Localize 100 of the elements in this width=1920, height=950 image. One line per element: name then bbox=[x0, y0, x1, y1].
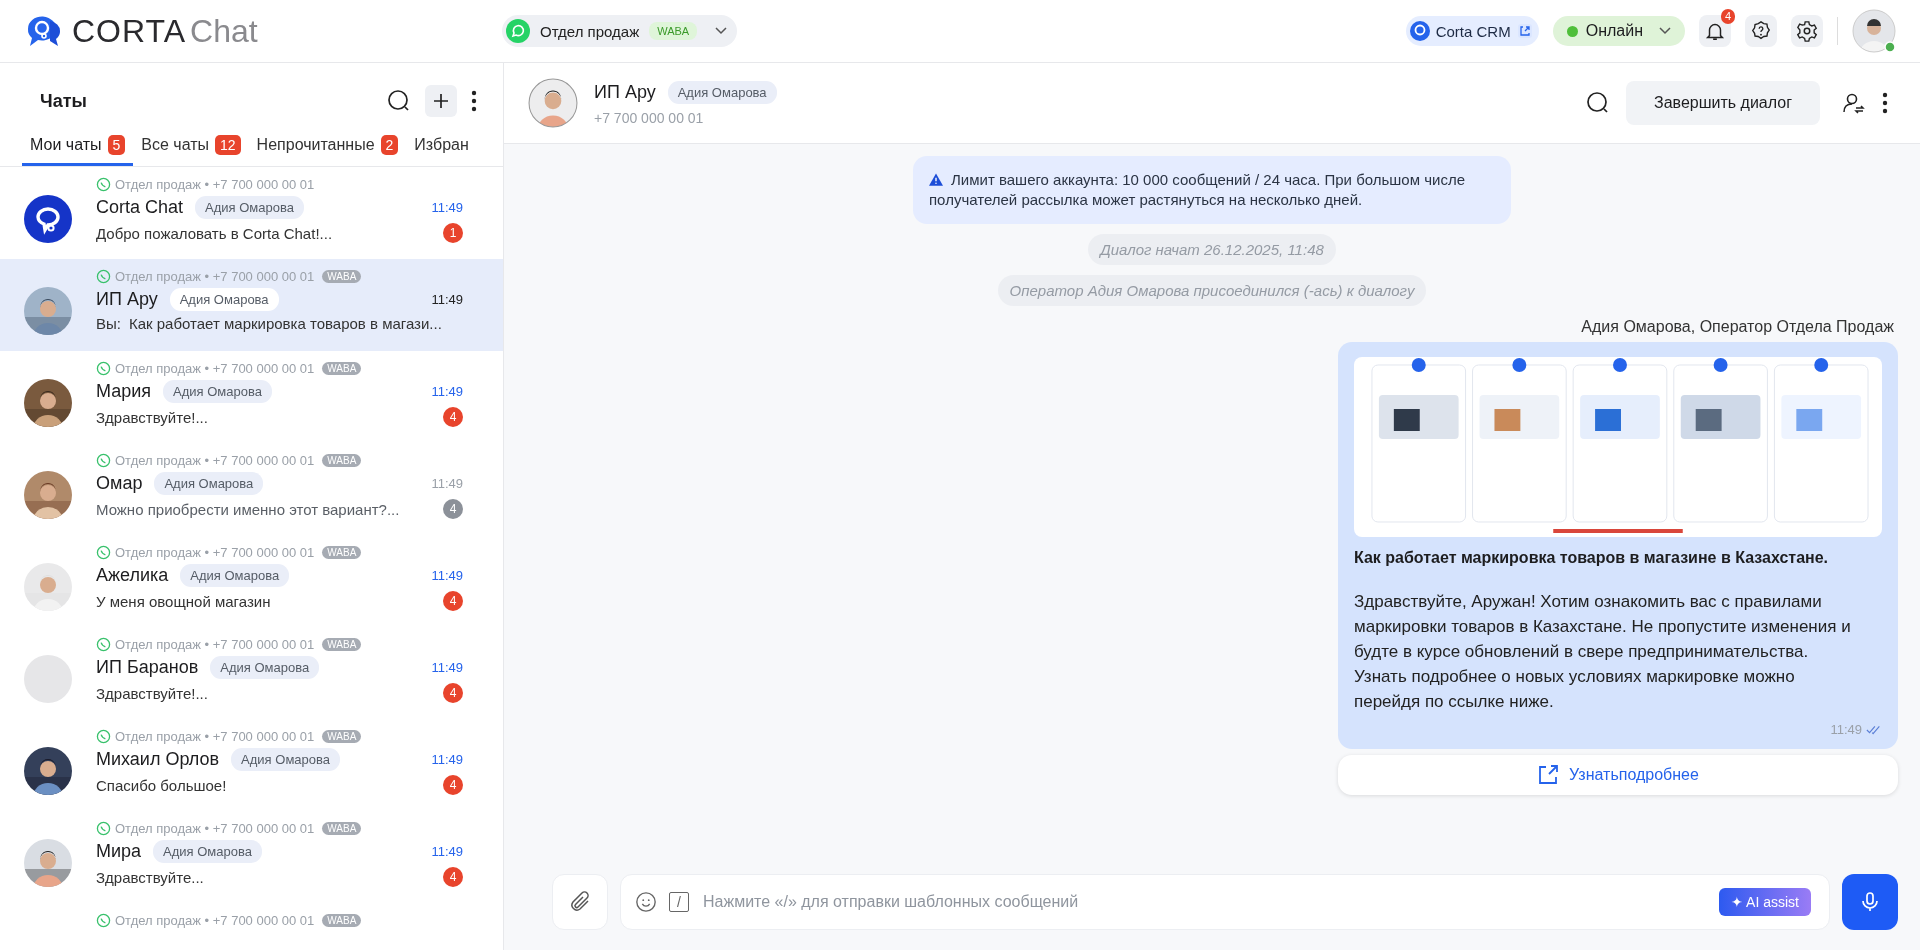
help-button[interactable] bbox=[1745, 15, 1777, 47]
whatsapp-icon bbox=[96, 361, 111, 376]
chat-time: 11:49 bbox=[431, 752, 463, 767]
notification-count: 4 bbox=[1721, 9, 1735, 24]
chat-list-item[interactable]: Отдел продаж • +7 700 000 00 01 WABA Омар Адия Омарова 11:49 Можно приобрести именно этот вариант?... 4 bbox=[0, 443, 503, 535]
chat-channel: Отдел продаж • +7 700 000 00 01 bbox=[115, 913, 315, 928]
chat-name: Ажелика bbox=[96, 565, 169, 586]
chat-tab[interactable]: Все чаты 12 bbox=[133, 129, 249, 166]
waba-tag: WABA bbox=[322, 546, 362, 559]
limit-notice: Лимит вашего аккаунта: 10 000 сообщений / 24 часа. При большом числе получателей рассылка может растянуться на несколько дней. bbox=[913, 156, 1511, 224]
caret-icon bbox=[1659, 27, 1671, 35]
chat-time: 11:49 bbox=[431, 292, 463, 307]
unread-count: 4 bbox=[443, 499, 463, 519]
chat-channel: Отдел продаж • +7 700 000 00 01 bbox=[115, 453, 315, 468]
chat-tab[interactable]: Мои чаты 5 bbox=[22, 129, 134, 166]
agent-tag: Адия Омарова bbox=[667, 80, 777, 104]
chat-time: 11:49 bbox=[431, 200, 463, 215]
crm-logo-icon bbox=[1409, 21, 1430, 41]
search-icon[interactable] bbox=[1586, 91, 1610, 115]
message-title: Как работает маркировка товаров в магазине в Казахстане. bbox=[1354, 549, 1830, 567]
message-author: Адия Омарова, Оператор Отдела Продаж bbox=[1581, 318, 1894, 336]
waba-tag: WABA bbox=[322, 638, 362, 651]
new-chat-button[interactable] bbox=[425, 85, 457, 117]
whatsapp-icon bbox=[96, 637, 111, 652]
agent-tag: Адия Омарова bbox=[154, 472, 264, 495]
chat-time: 11:49 bbox=[431, 476, 463, 491]
agent-tag: Адия Омарова bbox=[169, 288, 279, 311]
help-icon bbox=[1750, 20, 1772, 42]
chat-preview: У меня овощной магазин bbox=[96, 592, 272, 610]
avatar-placeholder bbox=[24, 655, 72, 703]
agent-tag: Адия Омарова bbox=[210, 656, 320, 679]
chat-name: ИП Баранов bbox=[96, 657, 199, 678]
logo-subtext: Chat bbox=[190, 12, 258, 50]
unread-count: 4 bbox=[443, 591, 463, 611]
chat-preview: Здравствуйте!... bbox=[96, 408, 209, 426]
agent-tag: Адия Омарова bbox=[180, 564, 290, 587]
more-icon[interactable] bbox=[471, 90, 477, 112]
chat-tab[interactable]: Непрочитанные 2 bbox=[248, 129, 407, 166]
voice-button[interactable] bbox=[1842, 874, 1898, 930]
external-link-icon bbox=[1516, 23, 1533, 39]
chat-name: Мира bbox=[96, 841, 142, 862]
chat-channel: Отдел продаж • +7 700 000 00 01 bbox=[115, 821, 315, 836]
message-text: Здравствуйте, Аружан! Хотим ознакомить вас с правилами маркировки товаров в Казахстане. Не пропустите изменения и будте в курсе обновлений в свере предпринимательства. Узнать подробнее о новых условиях маркировке можно перейдя по ссылке ниже. bbox=[1354, 591, 1852, 713]
chat-time: 11:49 bbox=[431, 844, 463, 859]
chat-channel: Отдел продаж • +7 700 000 00 01 bbox=[115, 637, 315, 652]
emoji-icon[interactable] bbox=[635, 891, 657, 913]
unread-count: 4 bbox=[443, 683, 463, 703]
unread-count: 1 bbox=[443, 223, 463, 243]
chat-preview: Как работает маркировка товаров в магази... bbox=[128, 315, 443, 332]
settings-button[interactable] bbox=[1791, 15, 1823, 47]
chat-list-item[interactable]: Отдел продаж • +7 700 000 00 01 Corta Chat Адия Омарова 11:49 Добро пожаловать в Corta Chat!... 1 bbox=[0, 167, 503, 259]
crm-link[interactable]: Corta CRM bbox=[1405, 16, 1539, 46]
chat-name: ИП Ару bbox=[96, 289, 158, 310]
attach-button[interactable] bbox=[552, 874, 608, 930]
ai-assist-button[interactable]: ✦ AI assist bbox=[1718, 888, 1811, 916]
chat-list-item[interactable]: Отдел продаж • +7 700 000 00 01 WABA Ажелика Адия Омарова 11:49 У меня овощной магазин 4 bbox=[0, 535, 503, 627]
whatsapp-icon bbox=[96, 269, 111, 284]
transfer-user-icon[interactable] bbox=[1842, 91, 1866, 115]
search-icon[interactable] bbox=[387, 89, 411, 113]
chat-list-item[interactable]: Отдел продаж • +7 700 000 00 01 WABA ИП Баранов Адия Омарова 11:49 Здравствуйте!... 4 bbox=[0, 627, 503, 719]
waba-tag: WABA bbox=[322, 822, 362, 835]
chat-channel: Отдел продаж • +7 700 000 00 01 bbox=[115, 545, 315, 560]
whatsapp-icon bbox=[506, 19, 530, 43]
chat-channel: Отдел продаж • +7 700 000 00 01 bbox=[115, 361, 315, 376]
whatsapp-icon bbox=[96, 453, 111, 468]
template-key[interactable]: / bbox=[669, 892, 689, 912]
channel-selector[interactable]: Отдел продаж WABA bbox=[502, 15, 738, 47]
agent-tag: Адия Омарова bbox=[163, 380, 272, 403]
paperclip-icon bbox=[568, 890, 592, 914]
whatsapp-icon bbox=[96, 545, 111, 560]
message-input[interactable]: / Нажмите «/» для отправки шаблонных сообщений ✦ AI assist bbox=[620, 874, 1830, 930]
status-selector[interactable]: Онлайн bbox=[1552, 16, 1685, 46]
agent-tag: Адия Омарова bbox=[153, 840, 262, 863]
chat-tab[interactable]: Избран bbox=[406, 129, 477, 166]
learn-more-button[interactable]: Узнатьподробнее bbox=[1338, 755, 1898, 795]
unread-count: 4 bbox=[443, 775, 463, 795]
chat-list-item[interactable]: Отдел продаж • +7 700 000 00 01 WABA Мария Адия Омарова 11:49 Здравствуйте!... 4 bbox=[0, 351, 503, 443]
whatsapp-icon bbox=[96, 729, 111, 744]
chat-preview: Здравствуйте!... bbox=[96, 684, 209, 702]
warning-icon bbox=[929, 173, 943, 186]
contact-name: ИП Ару bbox=[594, 81, 656, 103]
chat-name: Мария bbox=[96, 381, 152, 402]
chat-channel: Отдел продаж • +7 700 000 00 01 bbox=[115, 177, 315, 192]
end-dialog-button[interactable]: Завершить диалог bbox=[1626, 81, 1820, 125]
sidebar-title: Чаты bbox=[40, 90, 87, 112]
chat-list-item[interactable]: Отдел продаж • +7 700 000 00 01 WABA Мира Адия Омарова 11:49 Здравствуйте... 4 bbox=[0, 811, 503, 903]
message-time: 11:49 bbox=[1830, 722, 1862, 737]
chat-list-item[interactable]: Отдел продаж • +7 700 000 00 01 WABA Михаил Орлов Адия Омарова 11:49 Спасибо большое! 4 bbox=[0, 719, 503, 811]
waba-tag: WABA bbox=[322, 914, 362, 927]
chat-list-item[interactable]: Отдел продаж • +7 700 000 00 01 WABA ИП Ару Адия Омарова 11:49 Вы: Как работает маркировка товаров в магази... bbox=[0, 259, 503, 351]
chat-preview: Спасибо большое! bbox=[96, 776, 228, 794]
more-icon[interactable] bbox=[1882, 92, 1888, 114]
logo-text: CORTA bbox=[72, 12, 187, 50]
agent-tag: Адия Омарова bbox=[231, 748, 340, 771]
unread-count: 4 bbox=[443, 867, 463, 887]
chat-preview: Можно приобрести именно этот вариант?... bbox=[96, 500, 401, 518]
waba-tag: WABA bbox=[322, 454, 362, 467]
external-link-icon bbox=[1537, 764, 1560, 786]
user-avatar[interactable] bbox=[1852, 9, 1896, 53]
chat-time: 11:49 bbox=[431, 660, 463, 675]
